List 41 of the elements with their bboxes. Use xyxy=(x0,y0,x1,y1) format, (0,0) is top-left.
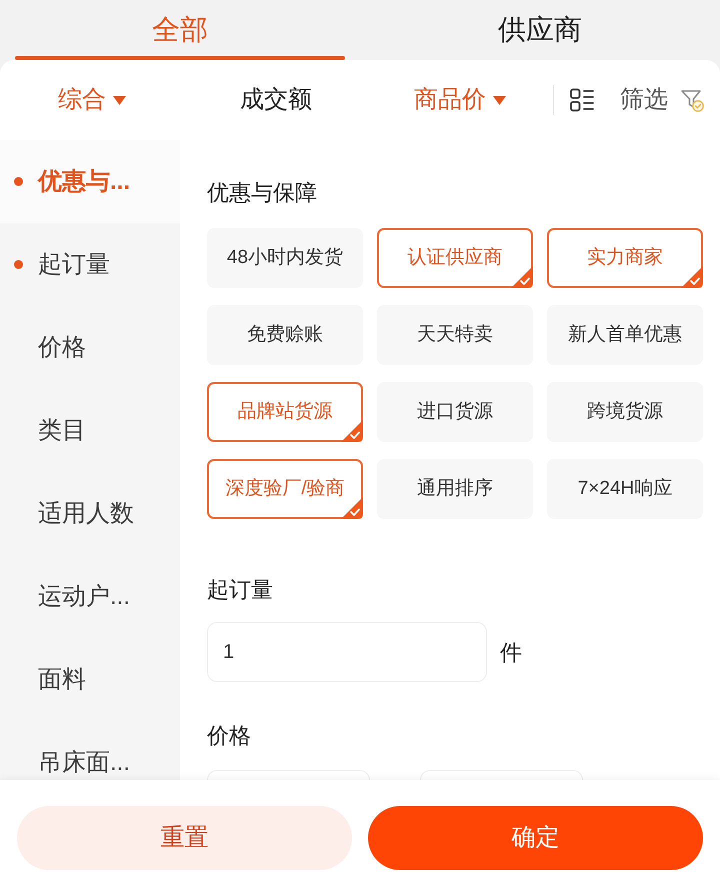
sidebar-item[interactable]: 起订量 xyxy=(0,223,180,306)
sort-option[interactable]: 商品价 xyxy=(368,60,552,140)
filter-chip[interactable]: 天天特卖 xyxy=(377,305,533,365)
tab[interactable]: 供应商 xyxy=(360,0,720,60)
sidebar-item[interactable]: 运动户... xyxy=(0,555,180,638)
sort-option[interactable]: 成交额 xyxy=(184,60,368,140)
sidebar-item[interactable]: 价格 xyxy=(0,306,180,389)
sidebar-item[interactable]: 吊床面... xyxy=(0,721,180,780)
caret-icon xyxy=(113,96,126,104)
sidebar-item[interactable]: 适用人数 xyxy=(0,472,180,555)
filter-chip[interactable]: 进口货源 xyxy=(377,382,533,442)
sidebar-item[interactable]: 类目 xyxy=(0,389,180,472)
caret-icon xyxy=(493,96,506,104)
quantity-input[interactable]: 1 xyxy=(207,622,487,682)
sort-option[interactable]: 综合 xyxy=(0,60,184,140)
reset-button[interactable]: 重置 xyxy=(17,806,352,870)
section-title: 价格 xyxy=(207,722,252,750)
filter-chip[interactable]: 品牌站货源 xyxy=(207,382,363,442)
filter-chip[interactable]: 7×24H响应 xyxy=(547,459,703,519)
section-title: 优惠与保障 xyxy=(207,179,318,207)
check-corner-icon xyxy=(341,420,363,442)
filter-button[interactable]: 筛选 xyxy=(620,82,704,118)
filter-chip[interactable]: 深度验厂/验商 xyxy=(207,459,363,519)
check-corner-icon xyxy=(681,266,703,288)
filter-chip[interactable]: 免费赊账 xyxy=(207,305,363,365)
filter-chip[interactable]: 48小时内发货 xyxy=(207,228,363,288)
section-title: 起订量 xyxy=(207,576,274,604)
list-view-icon[interactable] xyxy=(570,88,594,112)
filter-chip[interactable]: 通用排序 xyxy=(377,459,533,519)
check-corner-icon xyxy=(341,497,363,519)
filter-chip[interactable]: 实力商家 xyxy=(547,228,703,288)
check-corner-icon xyxy=(511,266,533,288)
price-input[interactable] xyxy=(207,770,370,780)
price-input[interactable] xyxy=(420,770,583,780)
filter-chip[interactable]: 跨境货源 xyxy=(547,382,703,442)
filter-funnel-icon xyxy=(680,88,704,112)
sidebar-item[interactable]: 优惠与... xyxy=(0,140,180,223)
sidebar-item[interactable]: 面料 xyxy=(0,638,180,721)
filter-chip[interactable]: 认证供应商 xyxy=(377,228,533,288)
filter-chip[interactable]: 新人首单优惠 xyxy=(547,305,703,365)
unit-label: 件 xyxy=(500,638,522,666)
